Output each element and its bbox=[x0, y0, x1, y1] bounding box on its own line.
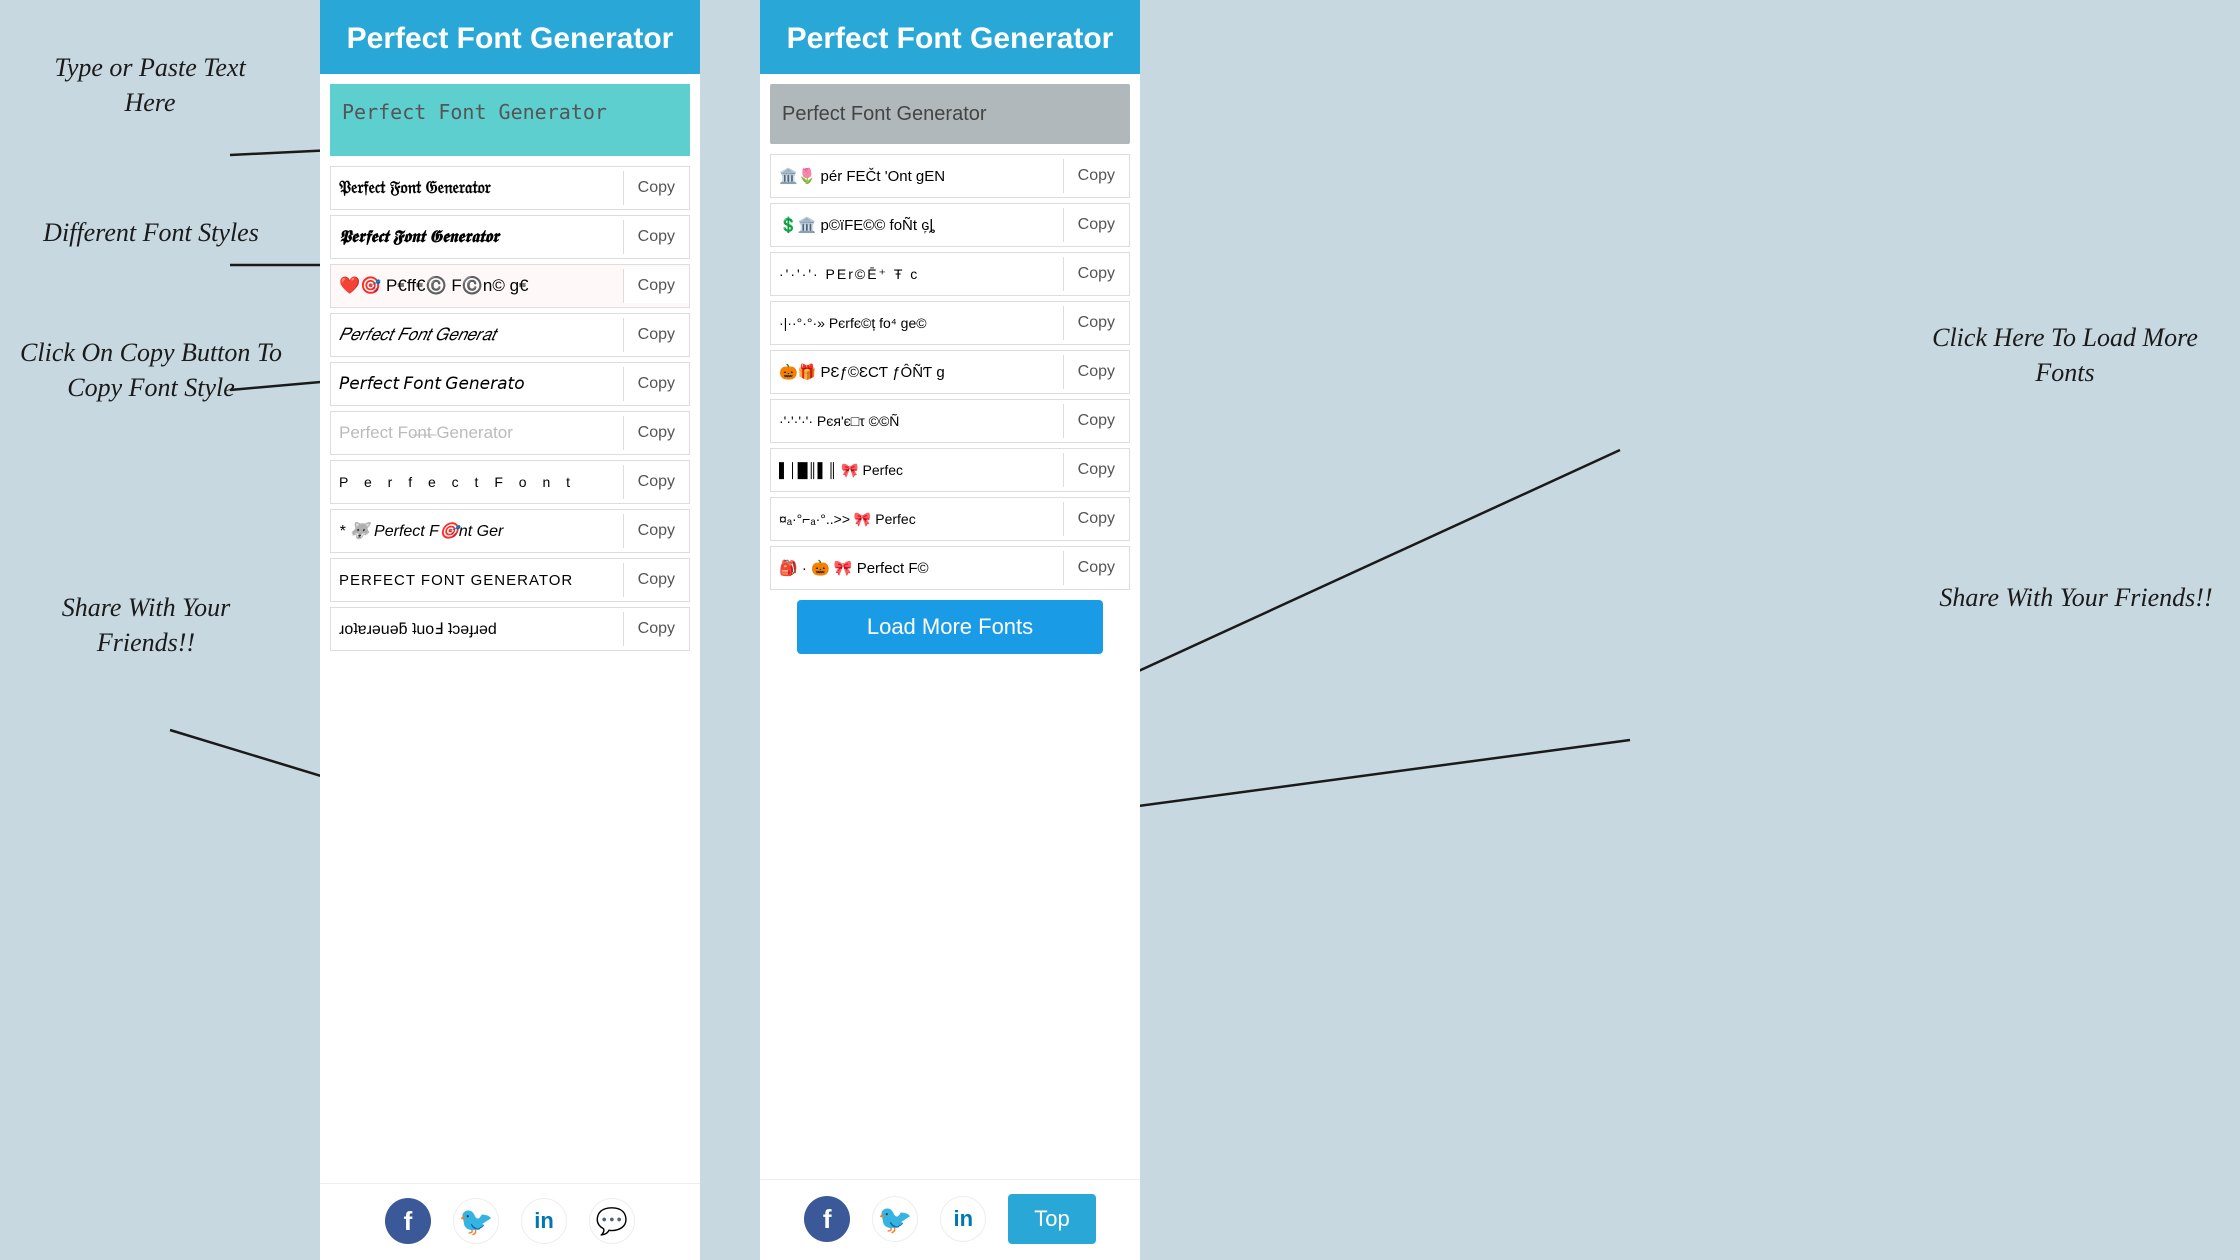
twitter-icon[interactable]: 🐦 bbox=[453, 1198, 499, 1244]
font-row: ❤️🎯 P€ff€©️ F©️n© g€ Copy bbox=[330, 264, 690, 308]
annotation-type-here: Type or Paste Text Here bbox=[30, 50, 270, 120]
font-text: 💲🏛️ p©ïFE©© foÑt ɢ᷊ȴ bbox=[771, 210, 1063, 240]
font-row: Perfect Fo̶n̶t̶ Generator Copy bbox=[330, 411, 690, 455]
copy-button[interactable]: Copy bbox=[1063, 257, 1129, 291]
annotation-share-left: Share With Your Friends!! bbox=[16, 590, 276, 660]
font-text: 🎃🎁 ΡƐƒ©ƐCƬ ƒÔÑƬ g bbox=[771, 357, 1063, 387]
twitter-icon[interactable]: 🐦 bbox=[872, 1196, 918, 1242]
font-row: 🏛️🌷 pér FEČt 'Ont gEN Copy bbox=[770, 154, 1130, 198]
font-row: PERFECT FONT GENERATOR Copy bbox=[330, 558, 690, 602]
text-input[interactable]: Perfect Font Generator bbox=[342, 100, 678, 140]
panel-right: Perfect Font Generator Perfect Font Gene… bbox=[760, 0, 1140, 1260]
copy-button[interactable]: Copy bbox=[1063, 551, 1129, 585]
linkedin-icon[interactable]: in bbox=[940, 1196, 986, 1242]
font-row: ·|··°·°·» Pєrfє©ț fo⁴ ge© Copy bbox=[770, 301, 1130, 345]
font-row: ·'·'·'·'· Ρєя'є□τ ©©Ñ Copy bbox=[770, 399, 1130, 443]
text-input-container: Perfect Font Generator bbox=[330, 84, 690, 156]
panel-right-input-display: Perfect Font Generator bbox=[770, 84, 1130, 144]
font-row: ɹoʇɐɹǝuǝƃ ʇuoℲ ʇɔǝɟɹǝd Copy bbox=[330, 607, 690, 651]
copy-button[interactable]: Copy bbox=[1063, 404, 1129, 438]
copy-button[interactable]: Copy bbox=[1063, 159, 1129, 193]
font-text: ɹoʇɐɹǝuǝƃ ʇuoℲ ʇɔǝɟɹǝd bbox=[331, 613, 623, 645]
font-row: * 🐺 Perfect F🎯nt Ger Copy bbox=[330, 509, 690, 553]
font-text: * 🐺 Perfect F🎯nt Ger bbox=[331, 515, 623, 547]
copy-button[interactable]: Copy bbox=[623, 612, 689, 646]
font-row: 𝕻𝖊𝖗𝖋𝖊𝖈𝖙 𝕱𝖔𝖓𝖙 𝕲𝖊𝖓𝖊𝖗𝖆𝖙𝖔𝖗 Copy bbox=[330, 215, 690, 259]
font-text: ▌│█║▌║ 🎀 Perfec bbox=[771, 456, 1063, 485]
font-text: 𝕻𝖊𝖗𝖋𝖊𝖈𝖙 𝕱𝖔𝖓𝖙 𝕲𝖊𝖓𝖊𝖗𝖆𝖙𝖔𝖗 bbox=[331, 221, 623, 253]
font-text: PERFECT FONT GENERATOR bbox=[331, 566, 623, 595]
panel-right-input-text: Perfect Font Generator bbox=[782, 103, 987, 126]
font-row: ▌│█║▌║ 🎀 Perfec Copy bbox=[770, 448, 1130, 492]
font-text: ·|··°·°·» Pєrfє©ț fo⁴ ge© bbox=[771, 309, 1063, 337]
annotation-share-right: Share With Your Friends!! bbox=[1936, 580, 2216, 615]
copy-button[interactable]: Copy bbox=[623, 171, 689, 205]
social-bar-left: f 🐦 in 💬 bbox=[320, 1183, 700, 1260]
font-text: P e r f e c t F o n t bbox=[331, 468, 623, 496]
annotation-font-styles: Different Font Styles bbox=[16, 215, 286, 250]
font-text: ·'·'·'· ΡΕr©Ē⁺ Ŧ c bbox=[771, 260, 1063, 289]
whatsapp-icon[interactable]: 💬 bbox=[589, 1198, 635, 1244]
copy-button[interactable]: Copy bbox=[623, 269, 689, 303]
panel-left-title: Perfect Font Generator bbox=[336, 22, 684, 56]
panel-right-header: Perfect Font Generator bbox=[760, 0, 1140, 74]
copy-button[interactable]: Copy bbox=[623, 514, 689, 548]
font-row: 🎃🎁 ΡƐƒ©ƐCƬ ƒÔÑƬ g Copy bbox=[770, 350, 1130, 394]
font-text: Perfect Fo̶n̶t̶ Generator bbox=[331, 417, 623, 449]
panel-left: Perfect Font Generator Perfect Font Gene… bbox=[320, 0, 700, 1260]
font-text: 𝑃𝑒𝑟𝑓𝑒𝑐𝑡 𝐹𝑜𝑛𝑡 𝐺𝑒𝑛𝑒𝑟𝑎𝑡 bbox=[331, 319, 623, 351]
copy-button[interactable]: Copy bbox=[1063, 306, 1129, 340]
copy-button[interactable]: Copy bbox=[1063, 502, 1129, 536]
annotation-load-more: Click Here To Load More Fonts bbox=[1920, 320, 2210, 390]
font-row: 💲🏛️ p©ïFE©© foÑt ɢ᷊ȴ Copy bbox=[770, 203, 1130, 247]
font-text: ❤️🎯 P€ff€©️ F©️n© g€ bbox=[331, 270, 623, 302]
copy-button[interactable]: Copy bbox=[623, 367, 689, 401]
copy-button[interactable]: Copy bbox=[623, 416, 689, 450]
font-text: 🏛️🌷 pér FEČt 'Ont gEN bbox=[771, 161, 1063, 191]
linkedin-icon[interactable]: in bbox=[521, 1198, 567, 1244]
font-row: ¤ₐ·°⌐ₐ·°..>> 🎀 Perfec Copy bbox=[770, 497, 1130, 541]
font-text: ¤ₐ·°⌐ₐ·°..>> 🎀 Perfec bbox=[771, 505, 1063, 534]
font-text: ·'·'·'·'· Ρєя'є□τ ©©Ñ bbox=[771, 407, 1063, 435]
load-more-button[interactable]: Load More Fonts bbox=[797, 600, 1103, 654]
top-button[interactable]: Top bbox=[1008, 1194, 1095, 1244]
font-row: 🎒 · 🎃 🎀 Perfect F© Copy bbox=[770, 546, 1130, 590]
font-text: 𝔓𝔢𝔯𝔣𝔢𝔠𝔱 𝔉𝔬𝔫𝔱 𝔊𝔢𝔫𝔢𝔯𝔞𝔱𝔬𝔯 bbox=[331, 172, 623, 204]
font-text: 🎒 · 🎃 🎀 Perfect F© bbox=[771, 553, 1063, 583]
panel-left-header: Perfect Font Generator bbox=[320, 0, 700, 74]
facebook-icon[interactable]: f bbox=[804, 1196, 850, 1242]
panel-right-title: Perfect Font Generator bbox=[776, 22, 1124, 56]
social-bar-right: f 🐦 in Top bbox=[760, 1179, 1140, 1260]
font-row: ·'·'·'· ΡΕr©Ē⁺ Ŧ c Copy bbox=[770, 252, 1130, 296]
copy-button[interactable]: Copy bbox=[1063, 208, 1129, 242]
font-row: P e r f e c t F o n t Copy bbox=[330, 460, 690, 504]
copy-button[interactable]: Copy bbox=[1063, 355, 1129, 389]
font-row: 𝔓𝔢𝔯𝔣𝔢𝔠𝔱 𝔉𝔬𝔫𝔱 𝔊𝔢𝔫𝔢𝔯𝔞𝔱𝔬𝔯 Copy bbox=[330, 166, 690, 210]
copy-button[interactable]: Copy bbox=[623, 220, 689, 254]
copy-button[interactable]: Copy bbox=[1063, 453, 1129, 487]
annotation-copy-button: Click On Copy Button To Copy Font Style bbox=[16, 335, 286, 405]
font-row: 𝑃𝑒𝑟𝑓𝑒𝑐𝑡 𝐹𝑜𝑛𝑡 𝐺𝑒𝑛𝑒𝑟𝑎𝑡 Copy bbox=[330, 313, 690, 357]
facebook-icon[interactable]: f bbox=[385, 1198, 431, 1244]
font-text: 𝘗𝘦𝘳𝘧𝘦𝘤𝘵 𝘍𝘰𝘯𝘵 𝘎𝘦𝘯𝘦𝘳𝘢𝘵𝘰 bbox=[331, 368, 623, 400]
font-row: 𝘗𝘦𝘳𝘧𝘦𝘤𝘵 𝘍𝘰𝘯𝘵 𝘎𝘦𝘯𝘦𝘳𝘢𝘵𝘰 Copy bbox=[330, 362, 690, 406]
copy-button[interactable]: Copy bbox=[623, 318, 689, 352]
copy-button[interactable]: Copy bbox=[623, 563, 689, 597]
copy-button[interactable]: Copy bbox=[623, 465, 689, 499]
